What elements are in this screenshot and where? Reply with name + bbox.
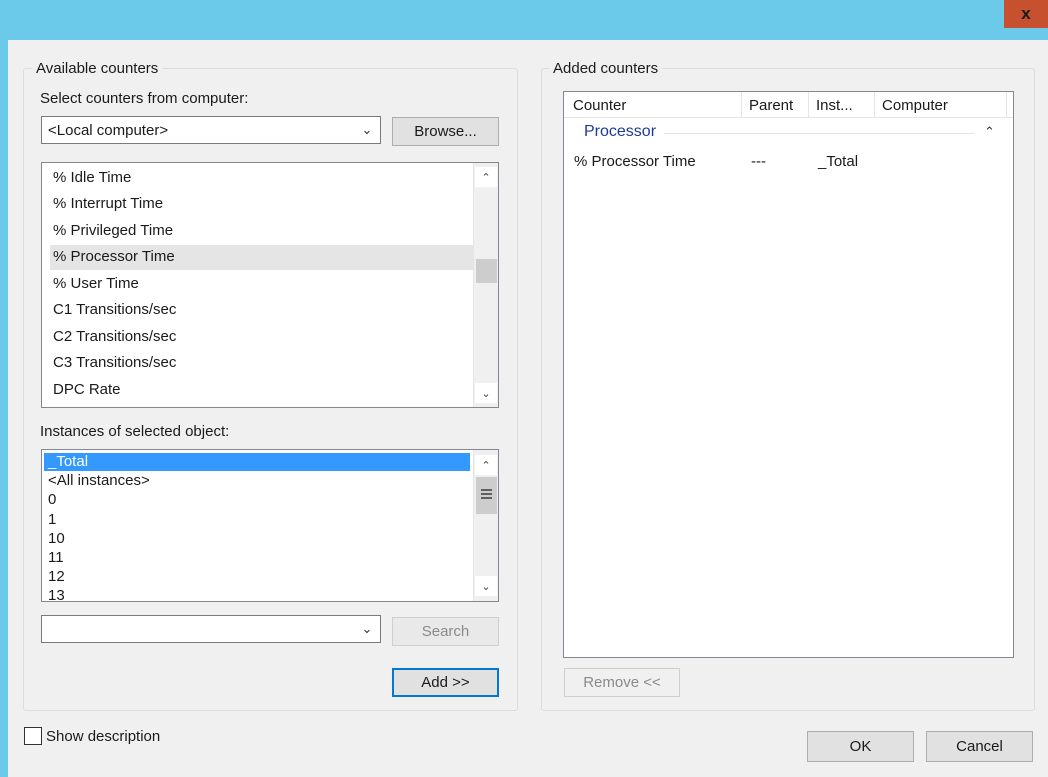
select-computer-label: Select counters from computer: xyxy=(40,90,249,107)
column-header-counter[interactable]: Counter xyxy=(564,92,742,118)
cell-counter: % Processor Time xyxy=(574,153,696,170)
list-item[interactable]: DPC Rate xyxy=(53,381,121,398)
column-header-instance[interactable]: Inst... xyxy=(809,92,875,118)
close-button[interactable]: x xyxy=(1004,0,1048,28)
selected-instance-highlight xyxy=(44,453,470,471)
scrollbar-thumb[interactable] xyxy=(476,259,497,283)
instances-label: Instances of selected object: xyxy=(40,423,230,440)
grip-icon xyxy=(481,489,492,499)
available-counters-label: Available counters xyxy=(32,60,163,77)
list-item[interactable]: 1 xyxy=(48,511,56,528)
collapse-chevron-icon[interactable]: ⌃ xyxy=(984,124,995,140)
close-icon: x xyxy=(1021,4,1031,23)
show-description-label[interactable]: Show description xyxy=(46,728,160,745)
added-counters-label: Added counters xyxy=(549,60,663,77)
chevron-up-icon[interactable]: ⌃ xyxy=(475,167,497,187)
ok-button[interactable]: OK xyxy=(807,731,914,762)
add-button[interactable]: Add >> xyxy=(392,668,499,697)
search-combobox[interactable]: ⌄ xyxy=(41,615,381,643)
list-item[interactable]: 13 xyxy=(48,587,65,601)
list-item[interactable]: % Privileged Time xyxy=(53,222,173,239)
counters-listbox[interactable]: % Idle Time % Interrupt Time % Privilege… xyxy=(41,162,499,408)
added-counters-table[interactable]: Counter Parent Inst... Computer Processo… xyxy=(563,91,1014,658)
list-item[interactable]: 0 xyxy=(48,491,56,508)
list-item[interactable]: % User Time xyxy=(53,275,139,292)
list-item[interactable]: <All instances> xyxy=(48,472,150,489)
chevron-down-icon[interactable]: ⌄ xyxy=(358,120,376,140)
table-row[interactable]: % Processor Time --- _Total xyxy=(564,152,1013,174)
instances-listbox[interactable]: _Total <All instances> 0 1 10 11 12 13 ⌃… xyxy=(41,449,499,602)
group-header-processor[interactable]: Processor ⌃ xyxy=(564,120,1013,146)
chevron-down-icon[interactable]: ⌄ xyxy=(475,576,497,596)
table-header: Counter Parent Inst... Computer xyxy=(564,92,1013,118)
list-item[interactable]: 11 xyxy=(48,549,64,566)
show-description-checkbox[interactable] xyxy=(24,727,42,745)
cancel-button[interactable]: Cancel xyxy=(926,731,1033,762)
instances-scrollbar[interactable]: ⌃ ⌄ xyxy=(473,450,498,601)
group-title: Processor xyxy=(584,123,657,140)
search-button[interactable]: Search xyxy=(392,617,499,646)
list-item[interactable]: % Interrupt Time xyxy=(53,195,163,212)
chevron-down-icon[interactable]: ⌄ xyxy=(475,383,497,403)
list-item[interactable]: 10 xyxy=(48,530,65,547)
add-counters-dialog: Available counters Select counters from … xyxy=(8,40,1048,777)
list-item[interactable]: C3 Transitions/sec xyxy=(53,354,176,371)
cell-instance: _Total xyxy=(818,153,859,170)
scrollbar-thumb[interactable] xyxy=(476,477,497,514)
cell-parent: --- xyxy=(751,153,766,170)
group-divider xyxy=(664,133,974,134)
title-bar: x xyxy=(0,0,1048,40)
remove-button[interactable]: Remove << xyxy=(564,668,680,697)
column-header-computer[interactable]: Computer xyxy=(875,92,1007,118)
list-item[interactable]: % Idle Time xyxy=(53,169,131,186)
browse-button[interactable]: Browse... xyxy=(392,117,499,146)
list-item[interactable]: 12 xyxy=(48,568,65,585)
chevron-down-icon[interactable]: ⌄ xyxy=(358,619,376,639)
computer-value: <Local computer> xyxy=(48,121,169,139)
chevron-up-icon[interactable]: ⌃ xyxy=(475,455,497,475)
column-header-parent[interactable]: Parent xyxy=(742,92,809,118)
counters-scrollbar[interactable]: ⌃ ⌄ xyxy=(473,163,498,407)
list-item[interactable]: % Processor Time xyxy=(53,248,175,265)
list-item[interactable]: C1 Transitions/sec xyxy=(53,301,176,318)
list-item[interactable]: C2 Transitions/sec xyxy=(53,328,176,345)
computer-combobox[interactable]: <Local computer> ⌄ xyxy=(41,116,381,144)
list-item[interactable]: _Total xyxy=(48,453,88,470)
